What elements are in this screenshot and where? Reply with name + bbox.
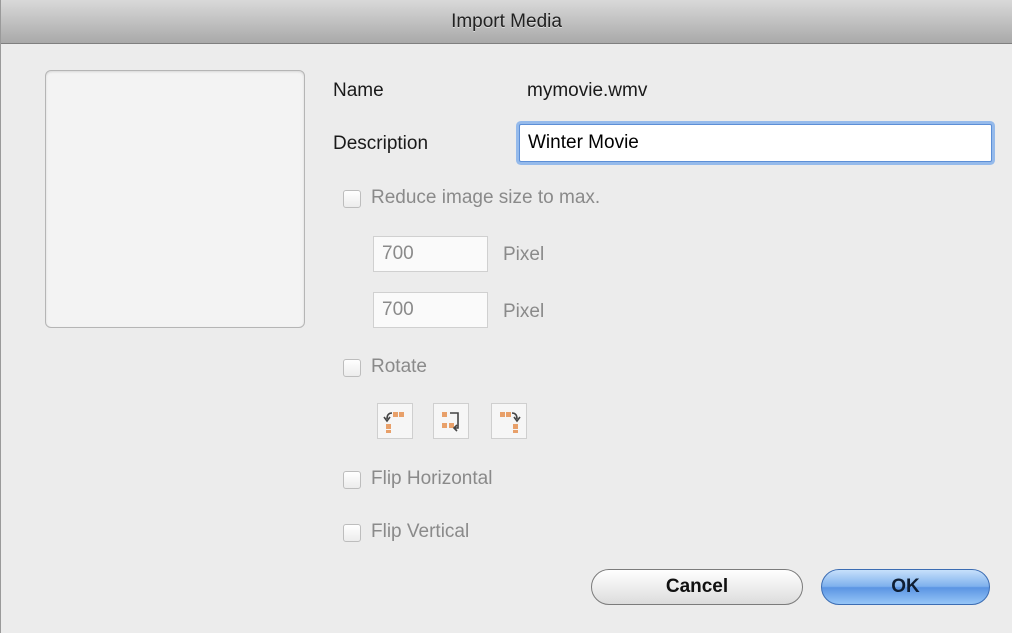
rotate-checkbox[interactable] xyxy=(343,359,361,377)
reduce-size-checkbox[interactable] xyxy=(343,190,361,208)
media-preview xyxy=(45,70,305,328)
window-title: Import Media xyxy=(451,11,562,32)
description-input[interactable] xyxy=(519,124,992,162)
flip-vertical-checkbox[interactable] xyxy=(343,524,361,542)
name-label: Name xyxy=(333,80,384,101)
ok-button[interactable]: OK xyxy=(821,569,990,605)
flip-horizontal-label: Flip Horizontal xyxy=(371,468,493,489)
rotate-right-icon xyxy=(500,412,521,433)
name-value: mymovie.wmv xyxy=(527,80,648,101)
cancel-button[interactable]: Cancel xyxy=(591,569,803,605)
max-width-input[interactable] xyxy=(373,236,488,272)
rotate-180-icon xyxy=(442,412,459,432)
flip-horizontal-checkbox[interactable] xyxy=(343,471,361,489)
rotate-right-button[interactable] xyxy=(491,403,527,439)
rotate-label: Rotate xyxy=(371,356,427,377)
rotate-left-button[interactable] xyxy=(377,403,413,439)
max-height-input[interactable] xyxy=(373,292,488,328)
width-unit-label: Pixel xyxy=(503,244,545,265)
flip-vertical-label: Flip Vertical xyxy=(371,521,470,542)
height-unit-label: Pixel xyxy=(503,301,545,322)
title-bar[interactable]: Import Media xyxy=(1,0,1012,44)
reduce-size-label: Reduce image size to max. xyxy=(371,187,601,208)
rotate-left-icon xyxy=(383,412,404,433)
rotate-180-button[interactable] xyxy=(433,403,469,439)
description-label: Description xyxy=(333,133,429,154)
import-media-dialog: Import Media Name mymovie.wmv Descriptio… xyxy=(0,0,1012,633)
